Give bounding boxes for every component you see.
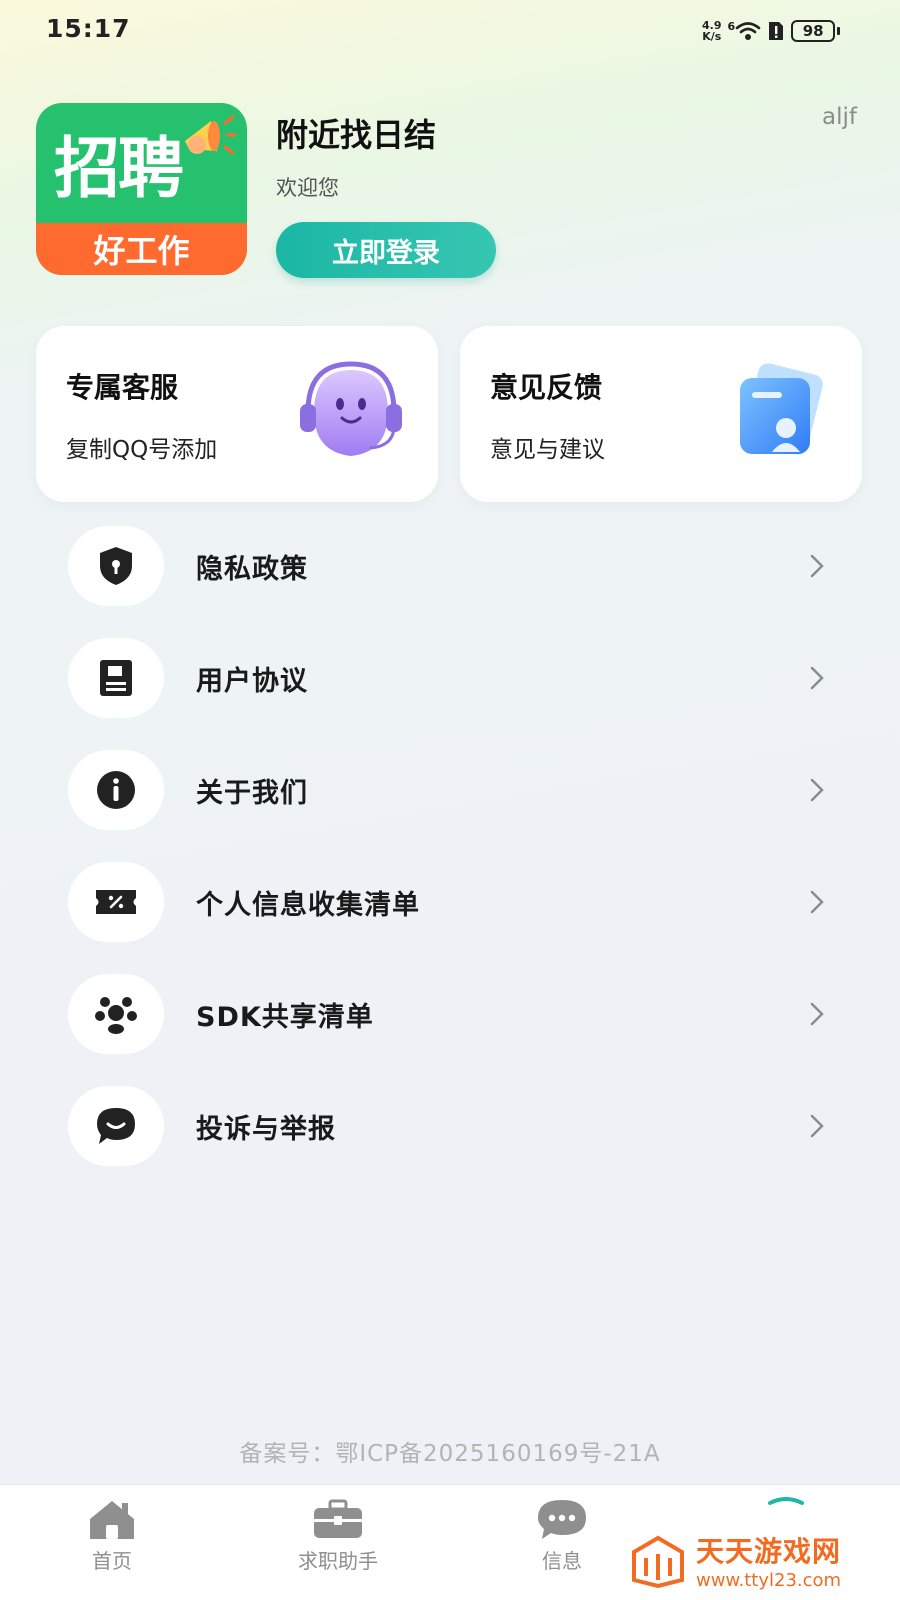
menu-label: 用户协议 [196,665,308,697]
wifi-indicator: 6 [728,20,762,42]
app-logo: 招聘 好工作 [36,103,247,275]
info-icon [97,771,135,809]
chevron-right-icon [806,1114,828,1138]
feedback-folder-icon [740,363,823,455]
tab-home[interactable]: 首页 [42,1497,182,1574]
welcome-text: 欢迎您 [276,176,339,200]
tab-label: 信息 [542,1549,582,1573]
briefcase-icon [314,1499,362,1538]
battery-tip [837,27,841,35]
menu-label: 个人信息收集清单 [196,889,420,921]
menu-item-about-us[interactable]: 关于我们 [68,750,828,830]
card-subtitle: 复制QQ号添加 [66,437,218,463]
customer-service-card[interactable]: 专属客服 复制QQ号添加 [36,326,438,502]
icp-record: 备案号：鄂ICP备2025160169号-21A [239,1441,661,1467]
watermark: 天天游戏网 www.ttyl23.com [630,1530,841,1591]
tab-label: 求职助手 [298,1549,378,1573]
megaphone-icon [185,115,237,155]
sim-alert-icon [769,22,784,40]
user-id: aljf [822,104,857,130]
menu-item-sdk-share-list[interactable]: SDK共享清单 [68,974,828,1054]
menu-item-complaint-report[interactable]: 投诉与举报 [68,1086,828,1166]
watermark-title: 天天游戏网 [696,1535,842,1568]
menu-item-personal-info-list[interactable]: 个人信息收集清单 [68,862,828,942]
chevron-right-icon [806,666,828,690]
message-icon [538,1500,586,1539]
feedback-card[interactable]: 意见反馈 意见与建议 [460,326,862,502]
menu-label: 投诉与举报 [196,1113,336,1145]
shield-lock-icon [100,547,132,585]
card-subtitle: 意见与建议 [490,437,605,463]
watermark-url: www.ttyl23.com [696,1570,842,1591]
chat-bubble-icon [97,1108,135,1144]
status-icons: 4.9 K/s 6 98 [702,18,841,44]
logo-sub-text: 好工作 [36,223,247,275]
headset-mascot-icon [300,361,402,456]
home-icon [90,1501,134,1539]
chevron-right-icon [806,778,828,802]
menu-item-user-agreement[interactable]: 用户协议 [68,638,828,718]
wifi-icon [735,22,761,40]
menu-item-privacy-policy[interactable]: 隐私政策 [68,526,828,606]
battery-indicator: 98 [791,20,836,42]
tab-job-assistant[interactable]: 求职助手 [268,1497,408,1574]
status-time: 15:17 [46,14,131,43]
login-button[interactable]: 立即登录 [276,222,496,278]
watermark-logo-icon [632,1535,684,1588]
document-icon [100,660,132,696]
chevron-right-icon [806,554,828,578]
ticket-icon [96,890,136,914]
card-title: 专属客服 [66,371,179,404]
menu-label: 关于我们 [196,777,308,809]
app-name: 附近找日结 [276,116,437,154]
chevron-right-icon [806,890,828,914]
menu-label: SDK共享清单 [196,1001,374,1033]
tab-messages[interactable]: 信息 [492,1497,632,1574]
net-speed: 4.9 K/s [702,19,722,43]
menu-label: 隐私政策 [196,553,308,585]
chevron-right-icon [806,1002,828,1026]
share-cluster-icon [95,997,137,1034]
card-title: 意见反馈 [490,371,603,404]
tab-label: 首页 [92,1549,132,1573]
